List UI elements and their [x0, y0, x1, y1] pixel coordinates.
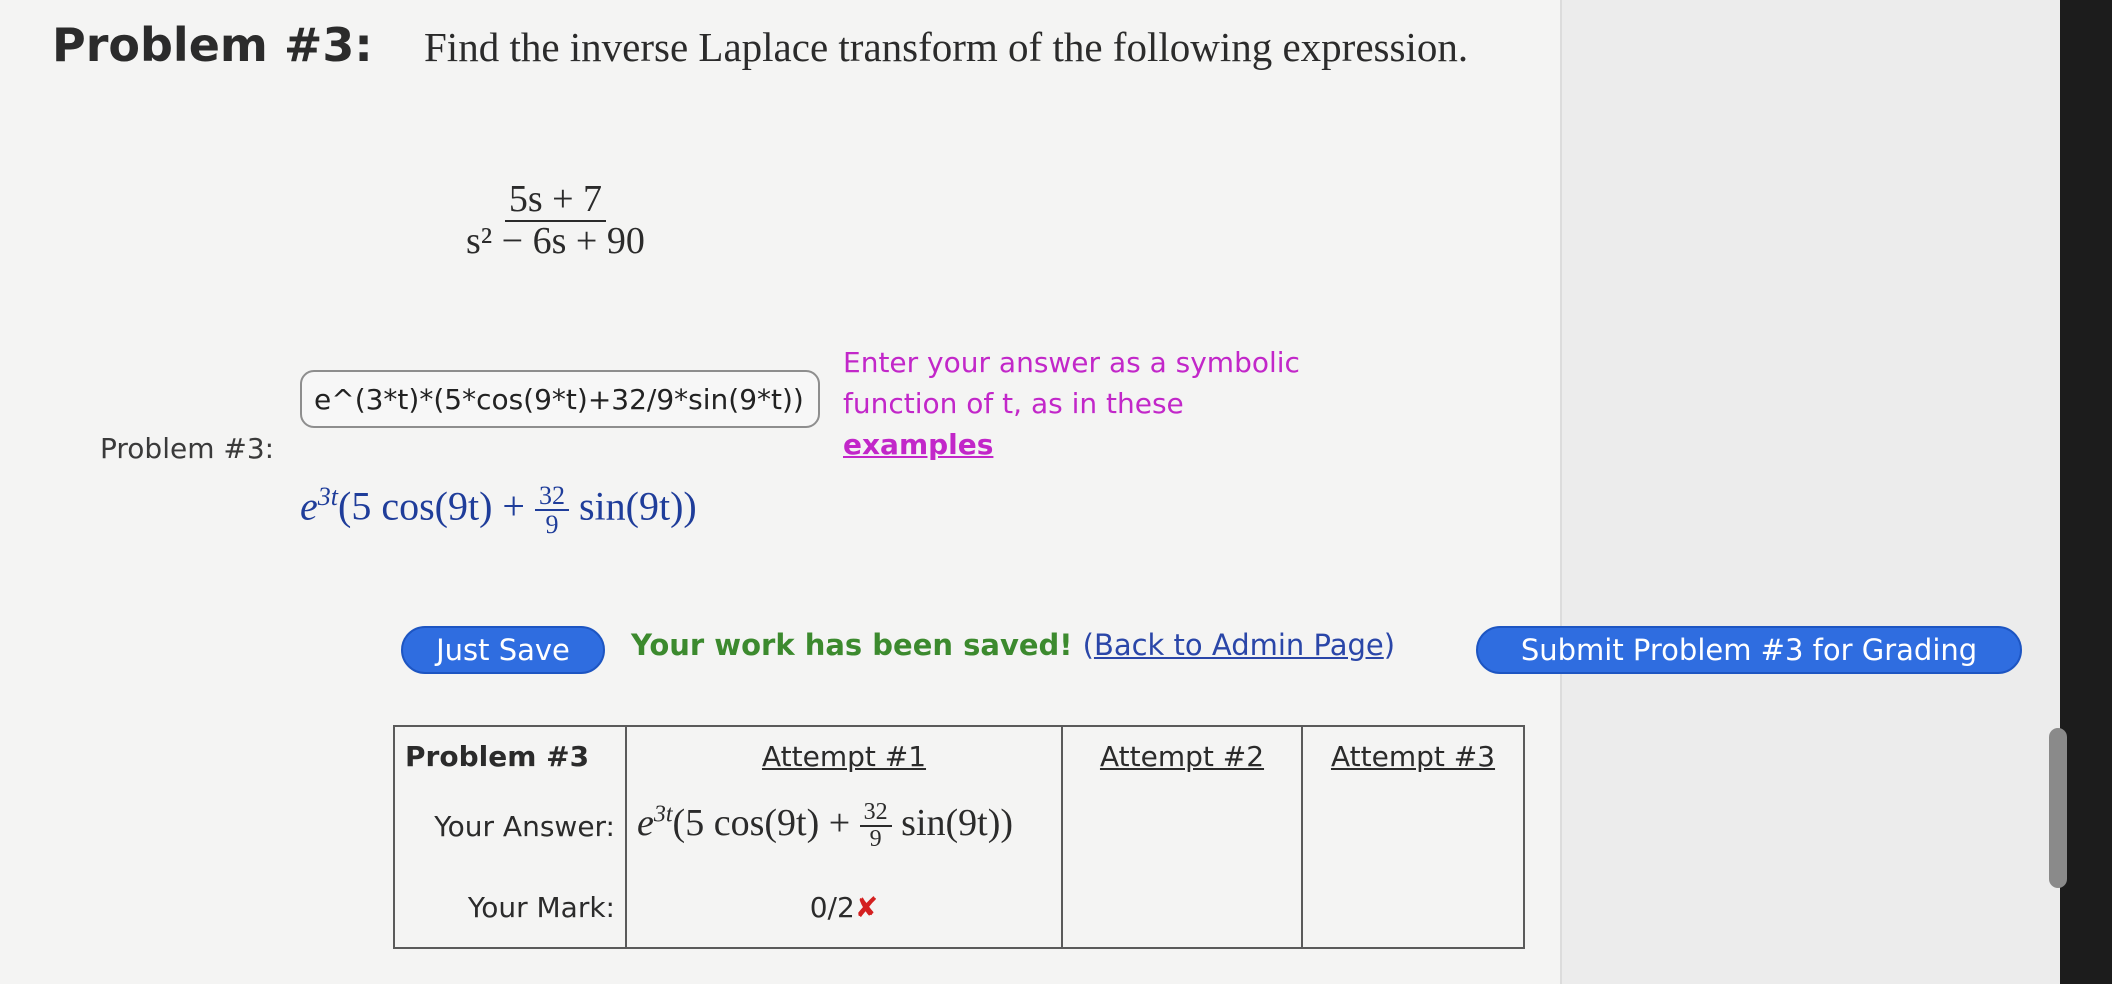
scrollbar-thumb[interactable] — [2049, 728, 2067, 888]
table-row-mark: Your Mark: 0/2✘ — [393, 867, 1525, 949]
attempt-1-answer: e3t(5 cos(9t) + 32 9 sin(9t)) — [625, 785, 1063, 867]
attempt-2-answer — [1061, 785, 1303, 867]
just-save-button[interactable]: Just Save — [401, 626, 605, 674]
answer-input[interactable] — [300, 370, 820, 428]
header-attempt-3[interactable]: Attempt #3 — [1301, 725, 1525, 785]
incorrect-icon: ✘ — [854, 890, 879, 924]
attempt-1-mark: 0/2✘ — [625, 867, 1063, 949]
header-attempt-2[interactable]: Attempt #2 — [1061, 725, 1303, 785]
answer-preview: e3t(5 cos(9t) + 32 9 sin(9t)) — [300, 482, 697, 539]
answer-hint: Enter your answer as a symbolic function… — [843, 342, 1363, 465]
attempt-1-fraction: 32 9 — [859, 799, 892, 852]
submit-problem-button[interactable]: Submit Problem #3 for Grading — [1476, 626, 2022, 674]
your-answer-label: Your Answer: — [393, 785, 627, 867]
hint-line-2: function of t, as in these — [843, 387, 1184, 420]
preview-base: e — [300, 483, 318, 529]
preview-exponent: 3t — [317, 482, 338, 512]
attempt-2-mark — [1061, 867, 1303, 949]
preview-fraction-num: 32 — [534, 482, 569, 512]
preview-part-2: sin(9t)) — [578, 483, 697, 529]
problem-title: Problem #3: — [52, 18, 373, 72]
expression-denominator: s² − 6s + 90 — [466, 219, 645, 262]
attempt-3-mark — [1301, 867, 1525, 949]
preview-fraction-den: 9 — [545, 510, 559, 540]
expression-fraction: 5s + 7 s² − 6s + 90 — [462, 179, 649, 262]
attempt-3-answer — [1301, 785, 1525, 867]
table-header-row: Problem #3 Attempt #1 Attempt #2 Attempt… — [393, 725, 1525, 785]
attempts-table: Problem #3 Attempt #1 Attempt #2 Attempt… — [393, 725, 1525, 949]
saved-message: Your work has been saved! (Back to Admin… — [631, 628, 1395, 662]
examples-link[interactable]: examples — [843, 428, 993, 461]
back-link-wrapper: (Back to Admin Page) — [1082, 628, 1396, 662]
expression-numerator: 5s + 7 — [504, 179, 607, 222]
your-mark-label: Your Mark: — [393, 867, 627, 949]
answer-label: Problem #3: — [100, 432, 275, 465]
problem-page: Problem #3: Find the inverse Laplace tra… — [0, 0, 1560, 984]
table-row-answer: Your Answer: e3t(5 cos(9t) + 32 9 sin(9t… — [393, 785, 1525, 867]
right-margin — [1560, 0, 2062, 984]
screen-bezel — [2060, 0, 2112, 984]
header-problem: Problem #3 — [393, 725, 627, 785]
preview-part-1: (5 cos(9t) + — [338, 483, 525, 529]
header-attempt-1[interactable]: Attempt #1 — [625, 725, 1063, 785]
saved-text: Your work has been saved! — [631, 628, 1073, 662]
problem-statement: Find the inverse Laplace transform of th… — [424, 24, 1469, 70]
back-to-admin-link[interactable]: Back to Admin Page — [1094, 628, 1384, 662]
preview-fraction: 32 9 — [534, 482, 569, 540]
laplace-expression: 5s + 7 s² − 6s + 90 — [462, 179, 649, 262]
hint-line-1: Enter your answer as a symbolic — [843, 346, 1300, 379]
